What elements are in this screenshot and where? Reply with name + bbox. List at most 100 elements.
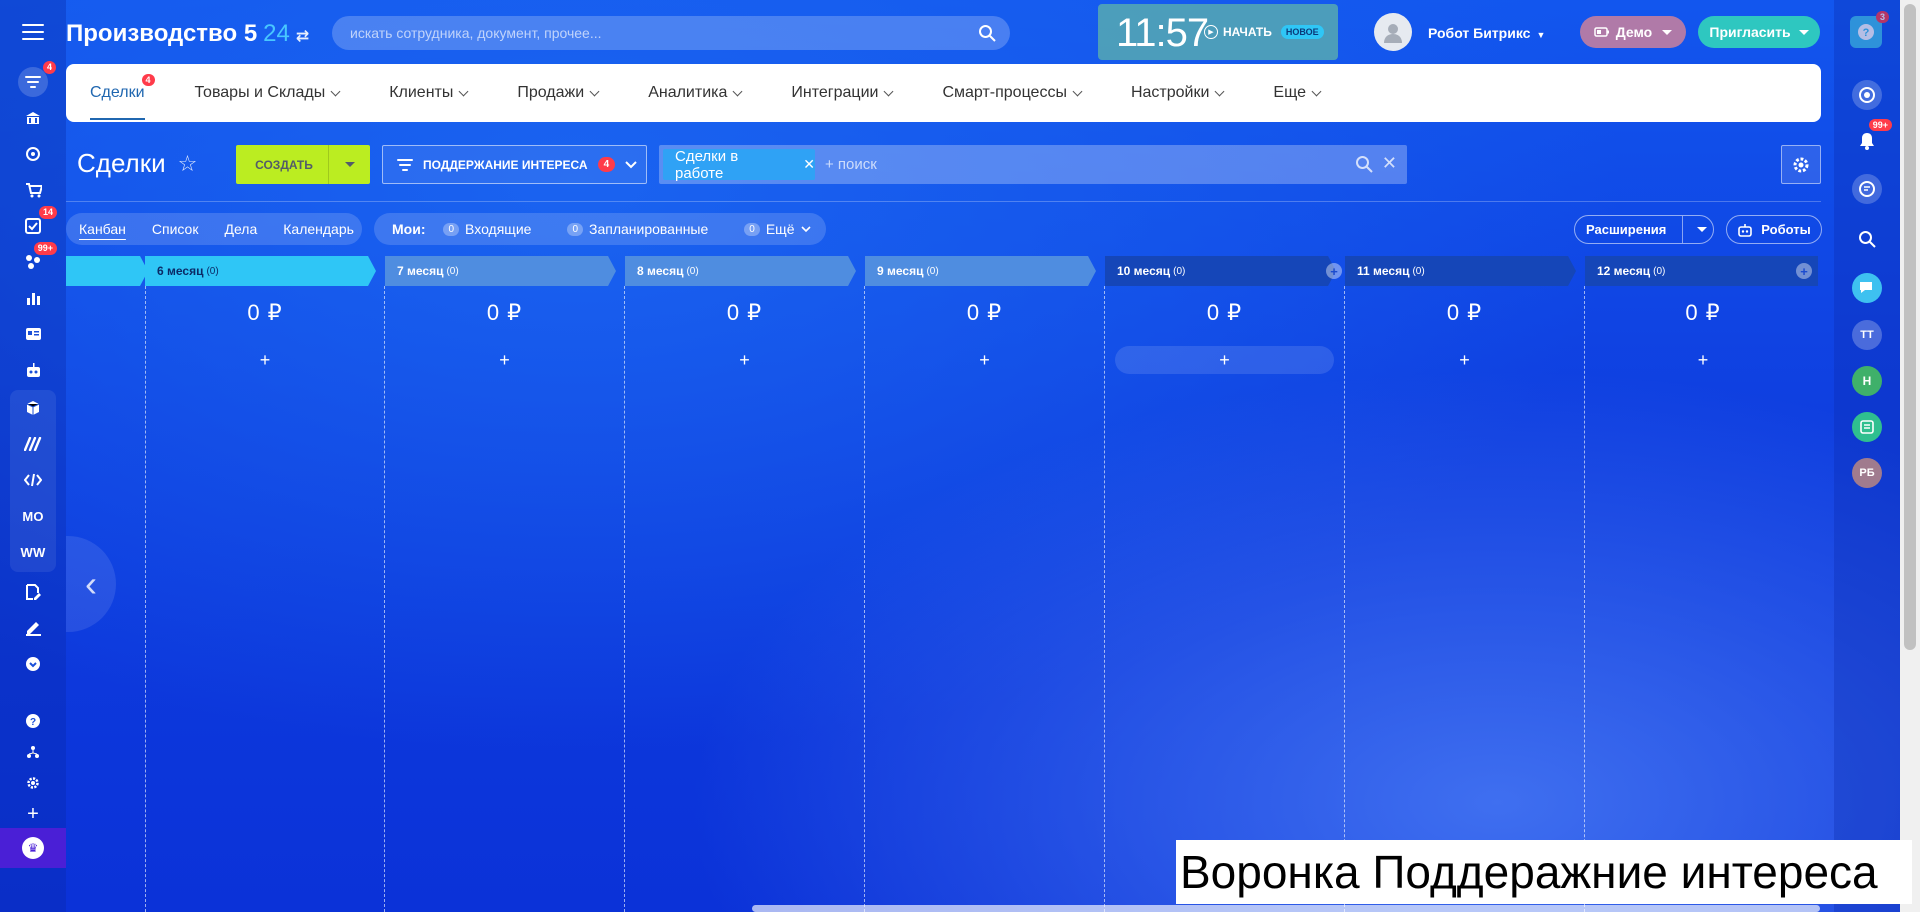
search-icon[interactable] — [978, 24, 996, 42]
page-scrollbar[interactable] — [1900, 0, 1920, 912]
tab-smart-processes[interactable]: Смарт-процессы — [942, 84, 1083, 102]
cube-icon[interactable] — [17, 394, 49, 422]
gear-icon[interactable] — [17, 769, 49, 797]
sign-icon[interactable] — [17, 614, 49, 642]
star-icon[interactable]: ☆ — [178, 151, 198, 177]
tab-more[interactable]: Еще — [1273, 84, 1322, 102]
chevron-circle-icon[interactable] — [17, 650, 49, 678]
create-dropdown[interactable] — [329, 162, 370, 167]
stage-header[interactable]: 12 месяц (0) — [1585, 256, 1665, 286]
add-stage-icon[interactable]: + — [1326, 263, 1342, 279]
previous-stage-arrow[interactable] — [66, 256, 148, 286]
add-deal-button[interactable]: + — [156, 346, 374, 374]
chat-bubbles-icon[interactable] — [1852, 273, 1882, 303]
tab-integrations[interactable]: Интеграции — [791, 84, 894, 102]
tab-settings[interactable]: Настройки — [1130, 84, 1225, 102]
user-menu[interactable]: Робот Битрикс ▼ — [1428, 25, 1545, 41]
bank-icon[interactable] — [17, 104, 49, 132]
tasks-badge: 14 — [38, 206, 57, 219]
plus-icon[interactable]: + — [17, 800, 49, 828]
tab-integrations-label: Интеграции — [791, 84, 879, 101]
extensions-button[interactable]: Расширения — [1574, 215, 1714, 244]
crm-filter-icon[interactable]: 4 — [18, 61, 56, 97]
portal-title[interactable]: Производство 5 24 ⇄ — [66, 20, 309, 48]
add-deal-button[interactable]: + — [875, 346, 1094, 374]
chart-bars-icon[interactable] — [17, 284, 49, 312]
stage-header[interactable]: 8 месяц (0) — [625, 256, 699, 286]
tab-analytics[interactable]: Аналитика — [648, 84, 743, 102]
avatar-tt[interactable]: ТТ — [1852, 320, 1882, 350]
start-day-button[interactable]: ▶ НАЧАТЬ НОВОЕ — [1204, 25, 1324, 39]
add-deal-button[interactable]: + — [1595, 346, 1811, 374]
kanban-settings-button[interactable] — [1781, 145, 1821, 184]
avatar-rb[interactable]: РБ — [1852, 458, 1882, 488]
code-icon[interactable] — [17, 466, 49, 494]
tab-sales[interactable]: Продажи — [517, 84, 600, 102]
filter-search-placeholder[interactable]: + поиск — [825, 156, 877, 173]
ww-text-icon[interactable]: WW — [17, 538, 49, 566]
counter-planned[interactable]: 0 Запланированные — [567, 221, 708, 237]
target-icon[interactable] — [17, 140, 49, 168]
crown-button[interactable]: ♛ — [0, 828, 66, 868]
counter-incoming[interactable]: 0 Входящие — [443, 221, 531, 237]
add-deal-button[interactable]: + — [1355, 346, 1574, 374]
stage-header[interactable]: 9 месяц (0) — [865, 256, 939, 286]
add-deal-button[interactable]: + — [1115, 346, 1334, 374]
calendar-avatar-icon[interactable] — [1852, 412, 1882, 442]
add-deal-button[interactable]: + — [635, 346, 854, 374]
user-avatar[interactable] — [1374, 13, 1412, 51]
create-button[interactable]: СОЗДАТЬ — [236, 145, 370, 184]
sites-icon[interactable] — [17, 430, 49, 458]
bell-icon[interactable]: 99+ — [1852, 119, 1892, 156]
copilot-icon[interactable] — [1852, 80, 1882, 110]
view-activities[interactable]: Дела — [224, 221, 257, 237]
contact-card-icon[interactable] — [17, 320, 49, 348]
mo-text-icon[interactable]: MO — [17, 502, 49, 530]
scroll-left-arrow-icon[interactable]: ‹ — [66, 536, 116, 632]
cart-icon[interactable] — [17, 176, 49, 204]
search-icon[interactable] — [1852, 224, 1882, 254]
add-deal-button[interactable]: + — [395, 346, 614, 374]
tab-products[interactable]: Товары и Склады — [195, 84, 341, 102]
remove-filter-icon[interactable]: ✕ — [803, 156, 815, 173]
add-stage-icon[interactable]: + — [1796, 263, 1812, 279]
avatar-n[interactable]: Н — [1852, 366, 1882, 396]
invite-label: Пригласить — [1709, 24, 1791, 40]
tab-clients[interactable]: Клиенты — [389, 84, 469, 102]
search-input[interactable] — [332, 16, 932, 50]
demo-button[interactable]: Демо — [1580, 16, 1686, 48]
view-kanban[interactable]: Канбан — [79, 221, 126, 237]
invite-button[interactable]: Пригласить — [1698, 16, 1820, 48]
search-icon[interactable] — [1355, 155, 1373, 173]
global-search[interactable] — [332, 16, 1010, 50]
caret-down-icon — [344, 162, 355, 167]
caret-down-icon[interactable] — [1697, 227, 1708, 232]
structure-icon[interactable] — [17, 738, 49, 766]
work-day-widget[interactable]: 11:57 ▶ НАЧАТЬ НОВОЕ — [1098, 4, 1338, 60]
robots-button[interactable]: Роботы — [1726, 215, 1822, 244]
robot-icon[interactable] — [17, 356, 49, 384]
funnel-selector[interactable]: ПОДДЕРЖАНИЕ ИНТЕРЕСА 4 — [382, 145, 647, 184]
stage-header[interactable]: 11 месяц (0) — [1345, 256, 1425, 286]
help-circle-icon[interactable]: ? — [17, 707, 49, 735]
filter-chip[interactable]: Сделки в работе ✕ — [663, 148, 815, 182]
tab-settings-label: Настройки — [1130, 84, 1210, 101]
tab-deals[interactable]: Сделки 4 — [90, 74, 155, 120]
tasks-check-icon[interactable]: 14 — [17, 206, 57, 240]
view-list[interactable]: Список — [152, 221, 199, 237]
stage-header[interactable]: 10 месяц (0) — [1105, 256, 1185, 286]
chevron-down-icon — [458, 86, 469, 96]
stage-header[interactable]: 6 месяц (0) — [145, 256, 219, 286]
counter-more[interactable]: 0 Ещё — [744, 221, 811, 237]
scheme-icon[interactable]: 99+ — [17, 242, 57, 276]
scrollbar-thumb[interactable] — [1904, 4, 1916, 650]
view-calendar[interactable]: Календарь — [283, 221, 354, 237]
swap-icon[interactable]: ⇄ — [296, 28, 309, 45]
chat-icon[interactable] — [1852, 174, 1882, 204]
document-edit-icon[interactable] — [17, 578, 49, 606]
stage-header[interactable]: 7 месяц (0) — [385, 256, 459, 286]
kanban-horizontal-scrollbar[interactable] — [752, 905, 1820, 912]
clear-filter-icon[interactable]: ✕ — [1382, 153, 1397, 174]
menu-burger-icon[interactable] — [22, 24, 44, 42]
filter-search-box[interactable]: Сделки в работе ✕ + поиск ✕ — [659, 145, 1407, 184]
